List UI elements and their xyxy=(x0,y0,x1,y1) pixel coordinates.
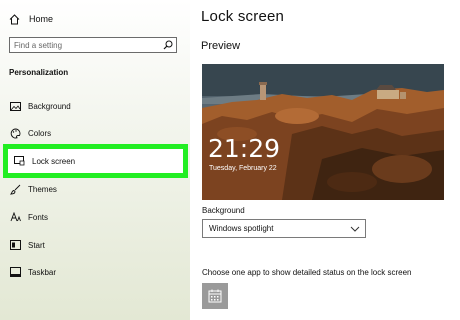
lock-screen-icon xyxy=(13,155,25,167)
preview-landscape-image xyxy=(202,64,444,200)
sidebar-item-label: Start xyxy=(28,240,45,250)
app-status-label: Choose one app to show detailed status o… xyxy=(202,268,412,277)
palette-icon xyxy=(9,127,21,139)
preview-date: Tuesday, February 22 xyxy=(209,165,277,172)
taskbar-icon xyxy=(9,266,21,278)
app-status-tile[interactable] xyxy=(202,283,228,309)
section-label: Personalization xyxy=(9,68,69,77)
background-dropdown-value: Windows spotlight xyxy=(209,224,274,233)
sidebar-item-background[interactable]: Background xyxy=(0,94,188,118)
sidebar-item-label: Colors xyxy=(28,128,52,138)
brush-icon xyxy=(9,183,21,195)
preview-heading: Preview xyxy=(201,40,241,52)
home-label: Home xyxy=(29,14,54,24)
sidebar: Home Personalization Background Colors L… xyxy=(0,0,190,320)
sidebar-item-label: Taskbar xyxy=(28,267,57,277)
calendar-icon xyxy=(208,289,222,303)
preview-time: 21:29 xyxy=(208,134,281,163)
sidebar-item-themes[interactable]: Themes xyxy=(0,177,188,201)
home-link[interactable]: Home xyxy=(9,11,53,27)
search-icon[interactable] xyxy=(163,40,173,50)
chevron-down-icon xyxy=(350,226,360,232)
background-dropdown[interactable]: Windows spotlight xyxy=(202,219,366,238)
sidebar-item-start[interactable]: Start xyxy=(0,233,188,257)
sidebar-item-colors[interactable]: Colors xyxy=(0,121,188,145)
sidebar-item-label: Fonts xyxy=(28,212,49,222)
font-icon xyxy=(9,211,21,223)
search-input[interactable] xyxy=(14,38,154,52)
search-box[interactable] xyxy=(9,37,177,53)
sidebar-item-lock-screen[interactable]: Lock screen xyxy=(3,144,188,178)
image-icon xyxy=(9,100,21,112)
sidebar-item-label: Themes xyxy=(28,184,57,194)
sidebar-item-label: Background xyxy=(28,101,71,111)
page-title: Lock screen xyxy=(201,8,285,25)
home-icon xyxy=(9,13,20,24)
start-icon xyxy=(9,239,21,251)
sidebar-item-taskbar[interactable]: Taskbar xyxy=(0,260,188,284)
main-content: Lock screen Preview 21:29 Tuesday, Febru… xyxy=(190,0,460,320)
lock-screen-preview: 21:29 Tuesday, February 22 xyxy=(202,64,444,200)
sidebar-item-fonts[interactable]: Fonts xyxy=(0,205,188,229)
sidebar-item-label: Lock screen xyxy=(32,156,76,166)
background-label: Background xyxy=(202,206,245,215)
